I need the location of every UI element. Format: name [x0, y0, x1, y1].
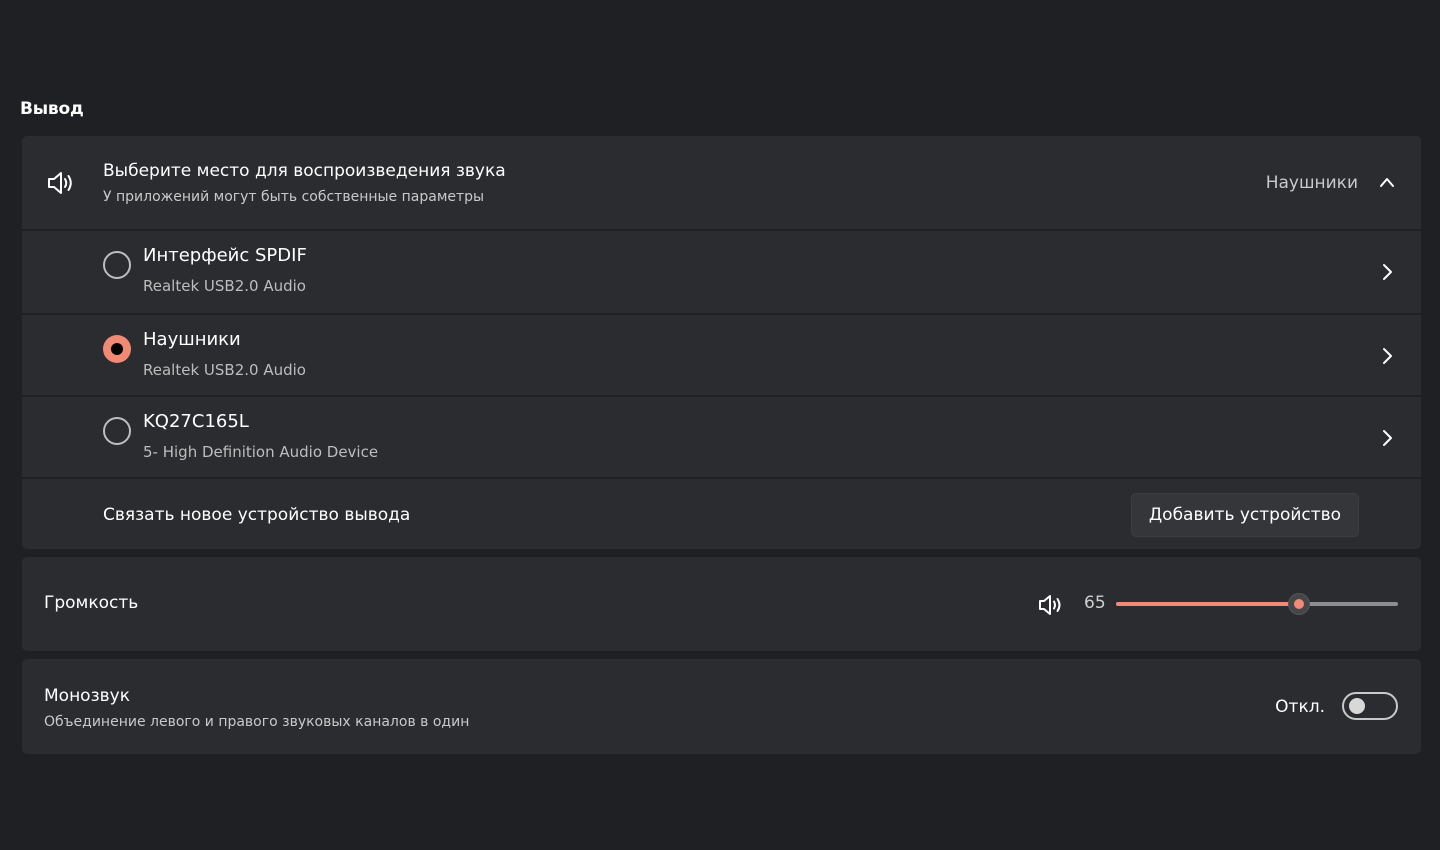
add-device-button[interactable]: Добавить устройство: [1131, 493, 1359, 537]
section-title-output: Вывод: [20, 99, 84, 119]
device-driver: Realtek USB2.0 Audio: [143, 277, 306, 295]
output-group: Выберите место для воспроизведения звука…: [22, 136, 1421, 549]
device-row-spdif[interactable]: Интерфейс SPDIF Realtek USB2.0 Audio: [22, 229, 1421, 313]
mono-audio-title: Монозвук: [44, 686, 130, 706]
volume-label: Громкость: [44, 593, 139, 613]
pair-output-device-row: Связать новое устройство вывода Добавить…: [22, 477, 1421, 549]
output-device-selector[interactable]: Выберите место для воспроизведения звука…: [22, 136, 1421, 229]
device-driver: 5- High Definition Audio Device: [143, 443, 379, 461]
device-name: KQ27C165L: [143, 411, 249, 432]
mono-audio-card: Монозвук Объединение левого и правого зв…: [22, 659, 1421, 754]
mono-toggle-state: Откл.: [1275, 697, 1325, 717]
device-driver: Realtek USB2.0 Audio: [143, 361, 306, 379]
device-row-headphones[interactable]: Наушники Realtek USB2.0 Audio: [22, 313, 1421, 395]
mono-audio-toggle[interactable]: [1342, 692, 1398, 720]
volume-slider-fill: [1116, 602, 1300, 606]
volume-value: 65: [1084, 593, 1106, 613]
chevron-right-icon[interactable]: [1381, 429, 1393, 447]
output-selector-subtitle: У приложений могут быть собственные пара…: [103, 189, 485, 205]
speaker-icon[interactable]: [1038, 594, 1064, 616]
toggle-knob: [1349, 698, 1365, 714]
device-name: Интерфейс SPDIF: [143, 245, 307, 266]
sound-settings-page: Вывод Выберите место для воспроизведения…: [0, 0, 1440, 850]
speaker-icon: [48, 172, 72, 194]
selected-output-value: Наушники: [1265, 173, 1358, 193]
volume-card: Громкость 65: [22, 557, 1421, 651]
output-selector-title: Выберите место для воспроизведения звука: [103, 161, 506, 181]
device-radio[interactable]: [103, 417, 131, 445]
pair-output-label: Связать новое устройство вывода: [103, 505, 411, 525]
chevron-right-icon[interactable]: [1381, 263, 1393, 281]
device-radio-selected[interactable]: [103, 335, 131, 363]
mono-audio-subtitle: Объединение левого и правого звуковых ка…: [44, 714, 470, 730]
volume-slider-thumb[interactable]: [1288, 593, 1311, 615]
chevron-up-icon[interactable]: [1379, 176, 1395, 188]
device-radio[interactable]: [103, 251, 131, 279]
device-name: Наушники: [143, 329, 241, 350]
device-row-monitor[interactable]: KQ27C165L 5- High Definition Audio Devic…: [22, 395, 1421, 477]
volume-slider[interactable]: [1116, 593, 1398, 615]
chevron-right-icon[interactable]: [1381, 347, 1393, 365]
